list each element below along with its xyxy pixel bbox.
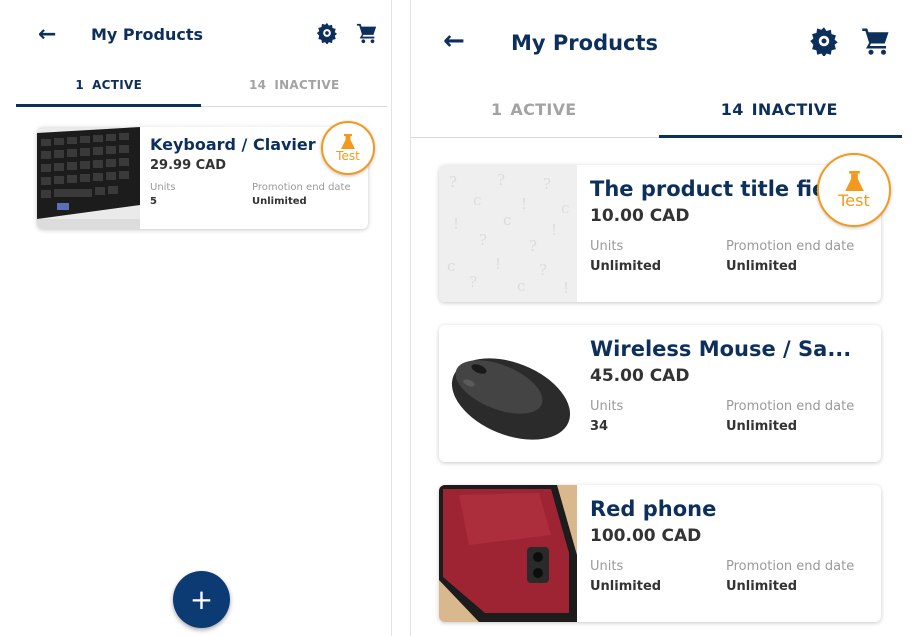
product-price: 45.00 CAD xyxy=(590,366,690,386)
product-name: Red phone xyxy=(590,497,717,521)
product-name: The product title field xyxy=(590,177,830,201)
promo-value: Unlimited xyxy=(252,196,307,207)
cart-icon[interactable] xyxy=(356,22,378,44)
flask-icon xyxy=(341,133,355,149)
status-tabs: 1 ACTIVE 14 INACTIVE xyxy=(411,84,902,138)
plus-icon: + xyxy=(189,583,214,616)
units-label: Units xyxy=(590,239,624,254)
status-tabs: 1 ACTIVE 14 INACTIVE xyxy=(16,70,387,107)
product-card[interactable]: Red phone 100.00 CAD Units Unlimited Pro… xyxy=(439,485,881,622)
badge-label: Test xyxy=(336,148,360,163)
gear-icon[interactable] xyxy=(809,26,839,56)
product-image-mouse xyxy=(439,325,577,462)
app-bar: ← My Products xyxy=(0,0,391,70)
product-meta: Units 5 Promotion end date Unlimited xyxy=(150,182,368,207)
product-meta: Units Unlimited Promotion end date Unlim… xyxy=(590,559,881,594)
units-label: Units xyxy=(590,399,624,414)
product-card[interactable]: Keyboard / Clavier 29.99 CAD Units 5 Pro… xyxy=(37,127,368,229)
test-badge: Test xyxy=(321,121,375,175)
tab-indicator xyxy=(659,135,902,138)
product-info: Wireless Mouse / Sa... 45.00 CAD Units 3… xyxy=(577,325,881,462)
product-info: Red phone 100.00 CAD Units Unlimited Pro… xyxy=(577,485,881,622)
badge-label: Test xyxy=(838,190,870,210)
product-card[interactable]: Wireless Mouse / Sa... 45.00 CAD Units 3… xyxy=(439,325,881,462)
gear-icon[interactable] xyxy=(316,22,338,44)
tab-inactive[interactable]: 14 INACTIVE xyxy=(202,70,388,106)
back-arrow-icon[interactable]: ← xyxy=(38,24,56,46)
cart-icon[interactable] xyxy=(861,26,891,56)
promo-value: Unlimited xyxy=(726,419,798,434)
product-price: 100.00 CAD xyxy=(590,526,702,546)
product-name: Wireless Mouse / Sa... xyxy=(590,337,852,361)
units-value: 5 xyxy=(150,196,157,207)
product-meta: Units 34 Promotion end date Unlimited xyxy=(590,399,881,434)
promo-label: Promotion end date xyxy=(726,239,855,254)
product-image-placeholder: ? c?!? c !? c?! c?! c?! xyxy=(439,165,577,302)
add-product-button[interactable]: + xyxy=(173,571,230,628)
product-card[interactable]: ? c?!? c !? c?! c?! c?! The product title fi… xyxy=(439,165,881,302)
promo-value: Unlimited xyxy=(726,259,798,274)
flask-icon xyxy=(844,170,864,191)
product-image-keyboard xyxy=(37,127,140,229)
test-badge: Test xyxy=(817,153,891,227)
promo-value: Unlimited xyxy=(726,579,798,594)
promo-label: Promotion end date xyxy=(252,182,351,193)
screen-inactive-products: ← My Products 1 ACTIVE 14 INACTIVE ? c?!? c … xyxy=(410,0,911,636)
tab-active[interactable]: 1 ACTIVE xyxy=(411,84,657,137)
tab-active[interactable]: 1 ACTIVE xyxy=(16,70,202,106)
app-bar-actions xyxy=(316,22,378,44)
tab-indicator xyxy=(16,104,201,107)
product-image-phone xyxy=(439,485,577,622)
product-meta: Units Unlimited Promotion end date Unlim… xyxy=(590,239,881,274)
promo-label: Promotion end date xyxy=(726,399,855,414)
screen-active-products: ← My Products 1 ACTIVE 14 INACTIVE Keybo… xyxy=(0,0,392,636)
app-bar-actions xyxy=(809,26,891,56)
units-label: Units xyxy=(590,559,624,574)
tab-inactive[interactable]: 14 INACTIVE xyxy=(657,84,903,137)
page-title: My Products xyxy=(91,25,204,44)
back-arrow-icon[interactable]: ← xyxy=(443,28,465,54)
app-bar: ← My Products xyxy=(411,0,911,84)
units-value: 34 xyxy=(590,419,609,434)
units-value: Unlimited xyxy=(590,259,662,274)
units-value: Unlimited xyxy=(590,579,662,594)
page-title: My Products xyxy=(511,31,659,55)
units-label: Units xyxy=(150,182,176,193)
promo-label: Promotion end date xyxy=(726,559,855,574)
